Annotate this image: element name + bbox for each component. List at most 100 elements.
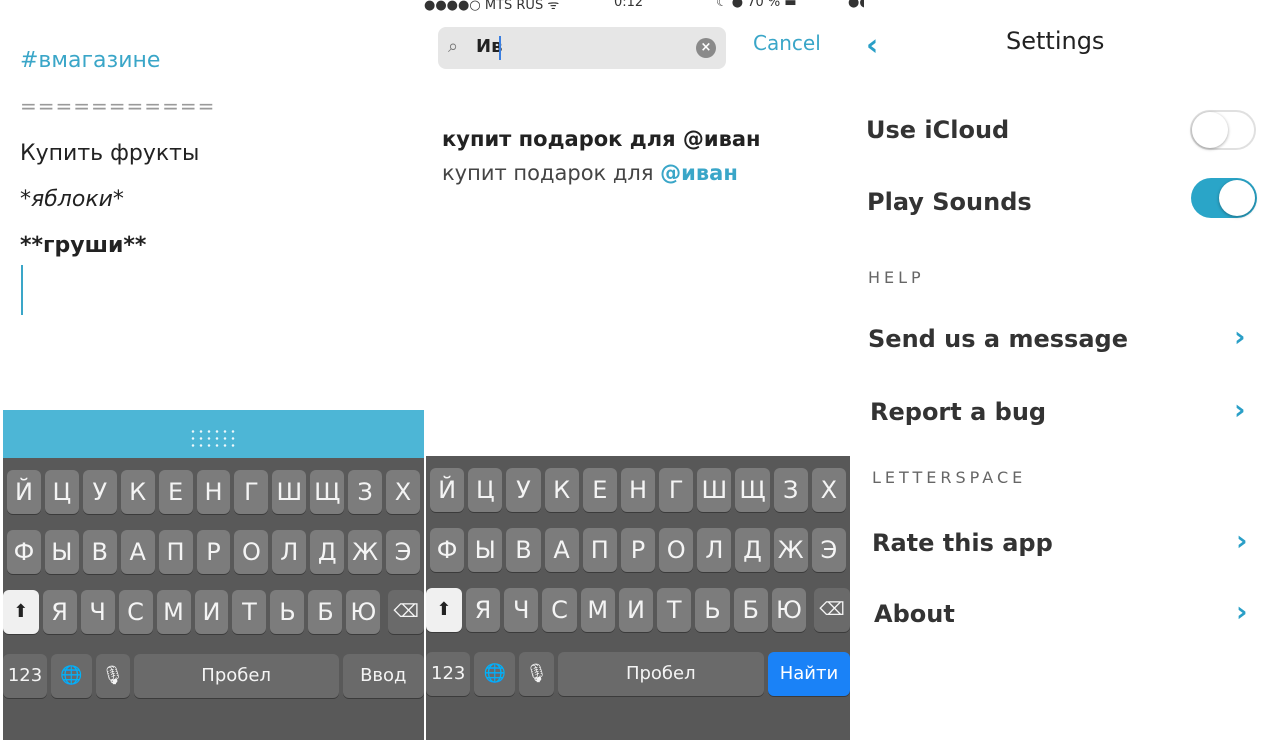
chevron-right-icon[interactable]: › [1234,393,1246,426]
key-Ю[interactable]: Ю [346,590,381,634]
key-Я[interactable]: Я [465,588,501,632]
key-Э[interactable]: Э [811,528,846,572]
search-submit-button[interactable]: Найти [767,652,850,696]
key-Ц[interactable]: Ц [468,468,503,512]
shift-key[interactable]: ⬆ [426,588,462,632]
key-Ф[interactable]: Ф [430,528,465,572]
key-Г[interactable]: Г [234,470,269,514]
key-Ц[interactable]: Ц [44,470,79,514]
key-Г[interactable]: Г [659,468,694,512]
numbers-key[interactable]: 123 [426,652,471,696]
key-Э[interactable]: Э [386,530,420,574]
key-Ф[interactable]: Ф [7,530,41,574]
key-М[interactable]: М [156,590,191,634]
key-З[interactable]: З [348,470,383,514]
key-Ь[interactable]: Ь [695,588,730,632]
key-Ч[interactable]: Ч [504,588,539,632]
space-key[interactable]: Пробел [133,654,339,698]
chevron-right-icon[interactable]: › [1234,320,1246,353]
key-Ь[interactable]: Ь [270,590,305,634]
key-Л[interactable]: Л [697,528,732,572]
cancel-button[interactable]: Cancel [753,31,821,55]
key-Н[interactable]: Н [196,470,231,514]
microphone-icon[interactable]: 🎙 [519,652,554,696]
key-Ж[interactable]: Ж [348,530,383,574]
key-Е[interactable]: Е [582,468,617,512]
key-Ю[interactable]: Ю [771,588,807,632]
send-message-item[interactable]: Send us a message [868,325,1128,353]
key-Ш[interactable]: Ш [272,470,307,514]
key-Ы[interactable]: Ы [44,530,79,574]
search-input[interactable]: ⌕ Ив × [438,27,726,69]
use-icloud-toggle[interactable] [1190,110,1256,150]
key-Л[interactable]: Л [272,530,307,574]
key-А[interactable]: А [120,530,155,574]
globe-icon[interactable]: 🌐 [474,652,516,696]
key-О[interactable]: О [659,528,694,572]
key-В[interactable]: В [82,530,117,574]
globe-icon[interactable]: 🌐 [51,654,92,698]
key-О[interactable]: О [234,530,269,574]
key-Д[interactable]: Д [735,528,770,572]
key-Т[interactable]: Т [657,588,692,632]
numbers-key[interactable]: 123 [3,654,48,698]
key-Б[interactable]: Б [733,588,768,632]
drag-handle-icon[interactable] [189,428,237,448]
key-Я[interactable]: Я [42,590,77,634]
key-И[interactable]: И [194,590,229,634]
chevron-right-icon[interactable]: › [1236,595,1248,628]
key-А[interactable]: А [544,528,579,572]
key-Ш[interactable]: Ш [697,468,732,512]
key-Щ[interactable]: Щ [735,468,770,512]
carrier-label-2: ●●●●○ MTS RUS [848,0,864,10]
section-header-letterspace: LETTERSPACE [872,468,1027,487]
key-Х[interactable]: Х [386,470,420,514]
search-result-subtitle[interactable]: купит подарок для @иван [442,161,738,185]
key-К[interactable]: К [120,470,155,514]
key-Р[interactable]: Р [620,528,656,572]
play-sounds-toggle[interactable] [1191,178,1257,218]
key-Й[interactable]: Й [430,468,465,512]
key-П[interactable]: П [158,530,193,574]
about-item[interactable]: About [874,600,955,628]
key-К[interactable]: К [544,468,579,512]
key-Х[interactable]: Х [811,468,846,512]
key-И[interactable]: И [618,588,654,632]
delete-key[interactable]: ⌫ [814,588,850,632]
key-М[interactable]: М [580,588,615,632]
key-С[interactable]: С [542,588,577,632]
key-Д[interactable]: Д [310,530,345,574]
note-line: Купить фрукты [20,141,200,166]
return-key[interactable]: Ввод [342,654,424,698]
formatting-bar[interactable] [3,410,424,458]
microphone-icon[interactable]: 🎙 [95,654,130,698]
key-С[interactable]: С [118,590,153,634]
space-key[interactable]: Пробел [557,652,764,696]
key-Й[interactable]: Й [7,470,41,514]
back-chevron-icon[interactable]: ‹ [866,28,878,63]
key-У[interactable]: У [82,470,117,514]
key-В[interactable]: В [506,528,541,572]
key-Р[interactable]: Р [196,530,231,574]
key-З[interactable]: З [773,468,808,512]
key-Н[interactable]: Н [620,468,656,512]
hashtag-text: #вмагазине [20,48,161,73]
delete-key[interactable]: ⌫ [388,590,424,634]
report-bug-item[interactable]: Report a bug [870,398,1046,426]
text-cursor [21,265,23,315]
clear-icon[interactable]: × [696,38,716,58]
key-Ж[interactable]: Ж [773,528,808,572]
rate-app-item[interactable]: Rate this app [872,529,1053,557]
key-Б[interactable]: Б [308,590,343,634]
key-Т[interactable]: Т [232,590,267,634]
key-У[interactable]: У [506,468,541,512]
key-Е[interactable]: Е [158,470,193,514]
heading-rule: =========== [20,94,216,118]
chevron-right-icon[interactable]: › [1236,524,1248,557]
shift-key[interactable]: ⬆ [3,590,39,634]
search-result-title[interactable]: купит подарок для @иван [442,127,761,151]
key-Ч[interactable]: Ч [80,590,115,634]
key-Ы[interactable]: Ы [468,528,503,572]
key-Щ[interactable]: Щ [310,470,345,514]
key-П[interactable]: П [582,528,617,572]
